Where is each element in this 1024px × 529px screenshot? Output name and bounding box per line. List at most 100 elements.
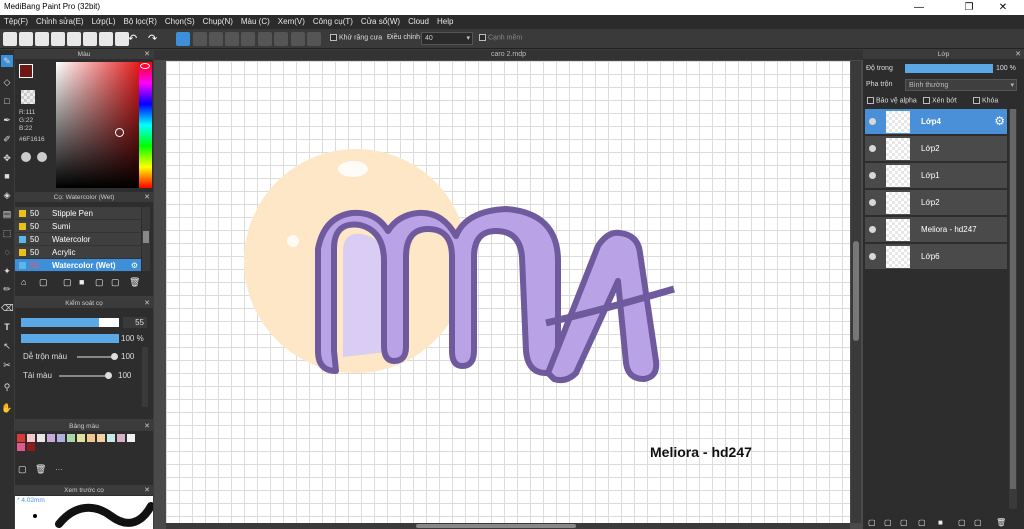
color-picker-handle[interactable] bbox=[115, 128, 124, 137]
parallel-snap-icon[interactable] bbox=[193, 32, 207, 46]
cloud-icon[interactable] bbox=[3, 32, 17, 46]
select-pen-tool-icon[interactable]: ✏ bbox=[1, 283, 13, 295]
palette-swatch[interactable] bbox=[127, 434, 135, 442]
layer-up-icon[interactable]: ▢ bbox=[974, 518, 982, 527]
document-tab[interactable]: caro 2.mdp bbox=[154, 50, 863, 60]
new-halftone-layer-icon[interactable]: ▢ bbox=[884, 518, 892, 527]
menu-select[interactable]: Chọn(S) bbox=[161, 15, 199, 29]
scrollbar-thumb[interactable] bbox=[853, 241, 859, 341]
brush-item[interactable]: 50 Sumi bbox=[15, 220, 141, 233]
layer-row[interactable]: Lớp2 bbox=[865, 136, 1007, 162]
palette-more[interactable]: ··· bbox=[55, 465, 63, 474]
redo-icon[interactable]: ↷ bbox=[148, 32, 162, 46]
primary-color-swatch[interactable] bbox=[19, 64, 33, 78]
merge-layer-icon[interactable]: ▢ bbox=[958, 518, 966, 527]
snap-settings-icon[interactable] bbox=[307, 32, 321, 46]
palette-swatch[interactable] bbox=[27, 443, 35, 451]
color-settings-icon[interactable] bbox=[37, 152, 47, 162]
correction-select[interactable]: 40 ▾ bbox=[421, 32, 473, 45]
scrollbar-thumb[interactable] bbox=[1010, 109, 1016, 489]
palette-swatch[interactable] bbox=[17, 434, 25, 442]
menu-cloud[interactable]: Cloud bbox=[404, 15, 433, 29]
menu-color[interactable]: Màu (C) bbox=[237, 15, 274, 29]
trash-icon[interactable]: 🗑 bbox=[35, 464, 46, 475]
blend-slider[interactable] bbox=[77, 353, 118, 360]
circle-snap-icon[interactable] bbox=[258, 32, 272, 46]
share-icon[interactable] bbox=[19, 32, 33, 46]
brush-item-selected[interactable]: 55 Watercolor (Wet) ⚙ bbox=[15, 259, 141, 272]
panel-close-icon[interactable]: ✕ bbox=[144, 50, 150, 59]
text-tool-icon[interactable]: T bbox=[1, 321, 13, 333]
brush-copy-icon[interactable]: ▢ bbox=[63, 277, 72, 288]
palette-swatch[interactable] bbox=[117, 434, 125, 442]
vertical-scrollbar[interactable] bbox=[851, 61, 861, 523]
layers-scrollbar[interactable] bbox=[1009, 109, 1017, 509]
palette-add-icon[interactable]: ▢ bbox=[18, 464, 27, 475]
layer-row[interactable]: Meliora - hd247 bbox=[865, 217, 1007, 243]
brush-tool-icon[interactable]: ✎ bbox=[1, 55, 13, 67]
trash-icon[interactable]: 🗑 bbox=[129, 277, 140, 288]
folder-icon[interactable]: ■ bbox=[938, 518, 943, 527]
brush-control-scrollbar[interactable] bbox=[142, 347, 148, 407]
palette-swatch[interactable] bbox=[67, 434, 75, 442]
panel-close-icon[interactable]: ✕ bbox=[144, 486, 150, 495]
select-eraser-tool-icon[interactable]: ⌫ bbox=[1, 302, 14, 314]
brush-add-icon[interactable]: ⌂ bbox=[21, 277, 26, 287]
lasso-tool-icon[interactable]: ◌ bbox=[1, 246, 13, 258]
panel-close-icon[interactable]: ✕ bbox=[144, 299, 150, 308]
curve-snap-icon[interactable] bbox=[274, 32, 288, 46]
layer-row[interactable]: Lớp1 bbox=[865, 163, 1007, 189]
brush-import-icon[interactable]: ▢ bbox=[111, 277, 120, 288]
menu-file[interactable]: Tệp(F) bbox=[0, 15, 32, 29]
brush-item[interactable]: 50 Watercolor bbox=[15, 233, 141, 246]
hand-tool-icon[interactable]: ✋ bbox=[1, 402, 13, 414]
ellipse-snap-icon[interactable] bbox=[291, 32, 305, 46]
page-icon[interactable] bbox=[51, 32, 65, 46]
brush-item[interactable]: 50 Acrylic bbox=[15, 246, 141, 259]
color-sv-field[interactable] bbox=[56, 62, 150, 188]
eye-icon[interactable] bbox=[869, 253, 876, 260]
folder-icon[interactable]: ■ bbox=[79, 277, 84, 287]
dot-tool-icon[interactable]: □ bbox=[1, 95, 13, 107]
hue-handle[interactable] bbox=[140, 63, 150, 69]
trash-icon[interactable]: 🗑 bbox=[996, 518, 1006, 527]
menu-filter[interactable]: Bộ lọc(R) bbox=[120, 15, 161, 29]
eye-icon[interactable] bbox=[869, 172, 876, 179]
eraser-tool-icon[interactable]: ◇ bbox=[1, 76, 13, 88]
edge-checkbox[interactable]: Cạnh mềm bbox=[479, 34, 522, 41]
divide-tool-icon[interactable]: ✂ bbox=[1, 359, 13, 371]
palette-swatch[interactable] bbox=[107, 434, 115, 442]
blend-slider-handle[interactable] bbox=[111, 353, 118, 360]
layer-blend-select[interactable]: Bình thường ▾ bbox=[905, 79, 1017, 91]
list-icon[interactable] bbox=[67, 32, 81, 46]
grid-icon[interactable] bbox=[83, 32, 97, 46]
hue-slider[interactable] bbox=[139, 62, 152, 188]
vanish-snap-icon[interactable] bbox=[225, 32, 239, 46]
scrollbar-thumb[interactable] bbox=[416, 524, 576, 528]
panel-close-icon[interactable]: ✕ bbox=[144, 422, 150, 431]
duplicate-layer-icon[interactable]: ▢ bbox=[918, 518, 926, 527]
transparent-color-swatch[interactable] bbox=[21, 90, 35, 104]
undo-icon[interactable]: ↶ bbox=[128, 32, 142, 46]
comment-icon[interactable] bbox=[35, 32, 49, 46]
menu-tools[interactable]: Công cụ(T) bbox=[309, 15, 357, 29]
layer-row-selected[interactable]: Lớp4 ⚙ bbox=[865, 109, 1007, 135]
radial-snap-icon[interactable] bbox=[241, 32, 255, 46]
antialias-checkbox[interactable]: Khử răng cưa bbox=[330, 34, 382, 41]
snap-off-icon[interactable] bbox=[176, 32, 190, 46]
palette-swatch[interactable] bbox=[17, 443, 25, 451]
palette-swatch[interactable] bbox=[27, 434, 35, 442]
menu-layer[interactable]: Lớp(L) bbox=[88, 15, 120, 29]
gear-icon[interactable]: ⚙ bbox=[994, 114, 1005, 128]
panel-close-icon[interactable]: ✕ bbox=[1015, 50, 1021, 59]
palette-swatch[interactable] bbox=[57, 434, 65, 442]
gear-icon[interactable]: ⚙ bbox=[131, 259, 138, 272]
menu-help[interactable]: Help bbox=[433, 15, 457, 29]
menu-snap[interactable]: Chụp(N) bbox=[199, 15, 237, 29]
export-icon[interactable] bbox=[115, 32, 129, 46]
protect-alpha-checkbox[interactable]: Bảo vệ alpha bbox=[867, 97, 917, 104]
layer-opacity-slider[interactable] bbox=[905, 64, 993, 73]
gradient-tool-icon[interactable]: ▤ bbox=[1, 208, 13, 220]
reload-slider[interactable] bbox=[59, 372, 112, 379]
menu-edit[interactable]: Chỉnh sửa(E) bbox=[32, 15, 88, 29]
